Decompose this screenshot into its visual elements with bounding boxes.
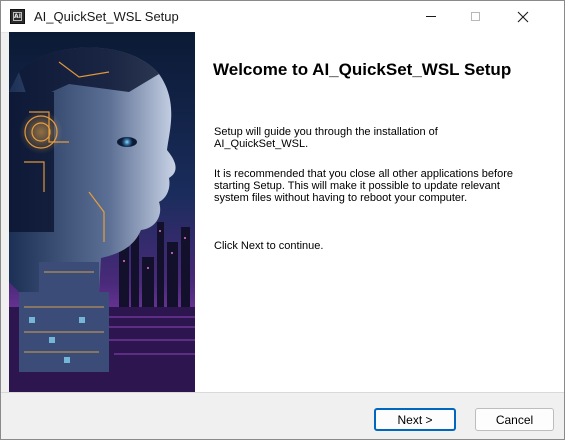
maximize-icon — [470, 12, 480, 21]
app-installer-icon: AI — [10, 9, 25, 24]
minimize-button[interactable] — [409, 1, 453, 32]
close-button[interactable] — [501, 1, 545, 32]
continue-instruction-text: Click Next to continue. — [214, 240, 324, 252]
maximize-button[interactable] — [453, 1, 497, 32]
footer-divider — [1, 392, 564, 393]
cancel-button[interactable]: Cancel — [475, 408, 554, 431]
intro-text: Setup will guide you through the install… — [214, 126, 438, 150]
page-title: Welcome to AI_QuickSet_WSL Setup — [213, 60, 512, 79]
ai-cyborg-head-illustration — [9, 32, 195, 392]
recommendation-text: It is recommended that you close all oth… — [214, 168, 513, 204]
next-button[interactable]: Next > — [374, 408, 456, 431]
title-bar[interactable]: AI AI_QuickSet_WSL Setup — [1, 1, 564, 33]
close-icon — [517, 11, 529, 22]
window-title: AI_QuickSet_WSL Setup — [34, 9, 179, 24]
minimize-icon — [426, 16, 436, 17]
setup-window: AI AI_QuickSet_WSL Setup Welcome to AI_Q… — [0, 0, 565, 440]
welcome-panel: Welcome to AI_QuickSet_WSL Setup Setup w… — [195, 32, 564, 392]
